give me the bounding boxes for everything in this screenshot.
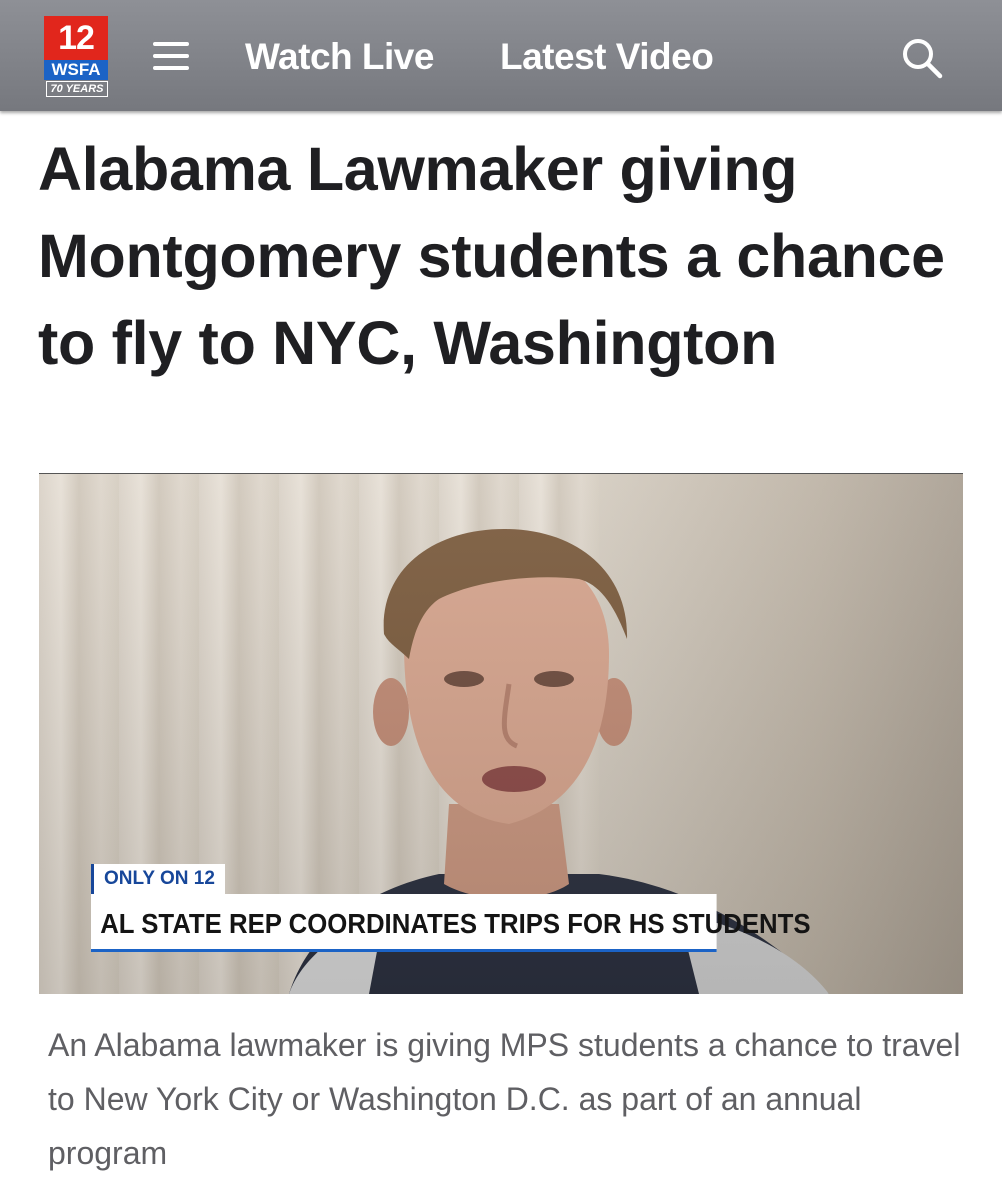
logo-anniversary: 70 YEARS <box>46 81 108 97</box>
article-caption: An Alabama lawmaker is giving MPS studen… <box>48 1027 961 1171</box>
nav-latest-video-link[interactable]: Latest Video <box>500 35 714 79</box>
nav-watch-live-link[interactable]: Watch Live <box>245 35 434 79</box>
lower-third-headline: AL STATE REP COORDINATES TRIPS FOR HS ST… <box>91 894 811 952</box>
article-headline: Alabama Lawmaker giving Montgomery stude… <box>38 135 945 377</box>
logo-channel-number: 12 <box>44 16 108 60</box>
video-player[interactable]: ONLY ON 12 AL STATE REP COORDINATES TRIP… <box>39 473 963 994</box>
logo-call-letters: WSFA <box>44 60 108 80</box>
search-icon[interactable] <box>900 36 944 80</box>
only-on-12-tag: ONLY ON 12 <box>91 864 225 894</box>
hamburger-menu-icon[interactable] <box>153 40 189 72</box>
top-navigation-bar: 12 WSFA 70 YEARS Watch Live Latest Video <box>0 0 1002 111</box>
wsfa-logo[interactable]: 12 WSFA 70 YEARS <box>44 16 108 97</box>
